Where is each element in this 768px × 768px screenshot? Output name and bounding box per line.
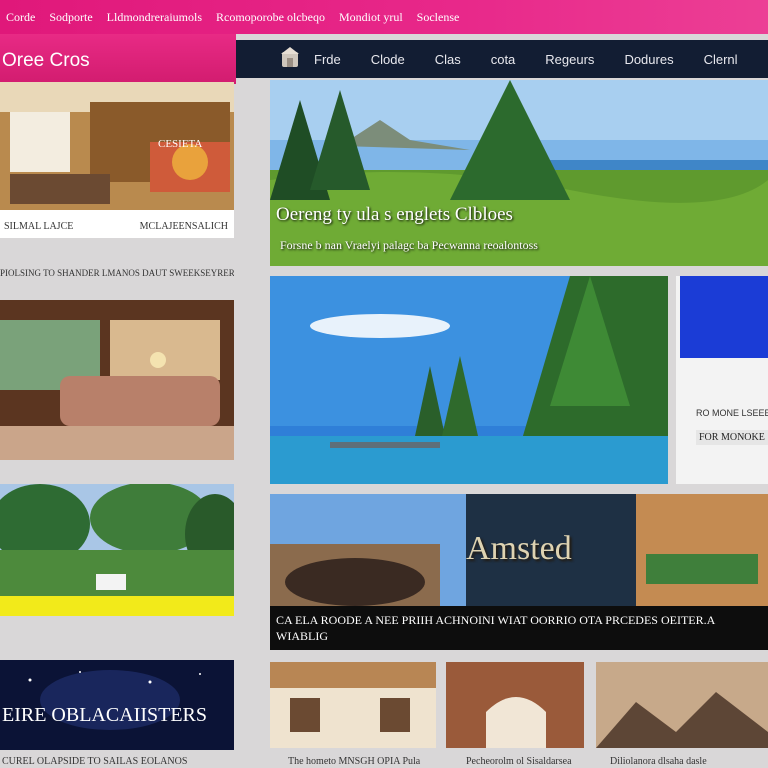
interior-photo — [270, 662, 436, 748]
trip-sign-text: Amsted — [466, 530, 572, 567]
nav-item[interactable]: cota — [491, 52, 516, 67]
bottom-caption-4: Diliolanora dlsaha dasle — [610, 756, 707, 767]
trip-card[interactable]: Amsted CA ELA ROODE A NEE PRIIH ACHNOINI… — [270, 494, 768, 650]
section-label: PIOLSING TO SHANDER LMANOS DAUT SWEEKSEY… — [0, 268, 234, 278]
clusters-card[interactable]: EIRE OBLACAIISTERS — [0, 660, 234, 750]
garden-card[interactable] — [0, 484, 234, 616]
mountain-photo — [596, 662, 768, 748]
top-link-5[interactable]: Mondiot yrul — [339, 10, 403, 25]
yellow-band — [0, 596, 234, 616]
suite-photo — [0, 300, 234, 460]
caption-right: MCLAJEENSALICH — [139, 221, 228, 232]
hero-title: Oereng ty ula s englets Clbloes — [276, 204, 513, 225]
nav-item[interactable]: Regeurs — [545, 52, 594, 67]
bottom-caption-3: Pecheorolm ol Sisaldarsea — [466, 756, 572, 767]
lobby-tag: CESIETA — [158, 138, 203, 150]
top-link-4[interactable]: Rcomoporobe olcbeqo — [216, 10, 325, 25]
lake-photo — [270, 276, 668, 484]
brand-bar: Oree Cros — [0, 34, 236, 84]
nav-item[interactable]: Clernl — [704, 52, 738, 67]
lobby-caption: SILMAL LAJCE MCLAJEENSALICH — [4, 221, 228, 232]
side-blue-block — [680, 276, 768, 358]
interior-thumb[interactable] — [270, 662, 436, 748]
bottom-caption-1: CUREL OLAPSIDE TO SAILAS EOLANOS — [2, 756, 188, 767]
nav-item[interactable]: Frde — [314, 52, 341, 67]
nav-item[interactable]: Clode — [371, 52, 405, 67]
top-link-3[interactable]: Lldmondreraiumols — [107, 10, 202, 25]
nav-item[interactable]: Dodures — [624, 52, 673, 67]
lobby-card[interactable]: CESIETA SILMAL LAJCE MCLAJEENSALICH — [0, 82, 234, 238]
side-line-1: RO MONE LSEEEA — [696, 408, 768, 418]
lake-card[interactable] — [270, 276, 668, 484]
bottom-caption-2: The hometo MNSGH OPIA Pula — [288, 756, 421, 767]
top-link-6[interactable]: Soclense — [417, 10, 460, 25]
hero-banner[interactable]: Oereng ty ula s englets Clbloes Forsne b… — [270, 80, 768, 266]
arch-photo — [446, 662, 584, 748]
trip-caption: CA ELA ROODE A NEE PRIIH ACHNOINI WIAT O… — [276, 613, 715, 643]
arch-thumb[interactable] — [446, 662, 584, 748]
suite-card[interactable] — [0, 300, 234, 460]
hero-subtitle: Forsne b nan Vraelyi palagc ba Pecwanna … — [280, 238, 538, 252]
main-nav: Frde Clode Clas cota Regeurs Dodures Cle… — [236, 40, 768, 78]
clusters-title: EIRE OBLACAIISTERS — [2, 704, 207, 726]
caption-left: SILMAL LAJCE — [4, 221, 74, 232]
top-links-bar: Corde Sodporte Lldmondreraiumols Rcomopo… — [0, 0, 768, 34]
top-link-1[interactable]: Corde — [6, 10, 35, 25]
top-link-2[interactable]: Sodporte — [49, 10, 92, 25]
site-logo[interactable]: Oree Cros — [2, 50, 90, 72]
side-button[interactable]: FOR MONOKE — [696, 430, 768, 445]
nav-item[interactable]: Clas — [435, 52, 461, 67]
side-panel[interactable]: RO MONE LSEEEA FOR MONOKE — [676, 276, 768, 484]
home-icon[interactable] — [280, 46, 300, 68]
mountain-thumb[interactable] — [596, 662, 768, 748]
